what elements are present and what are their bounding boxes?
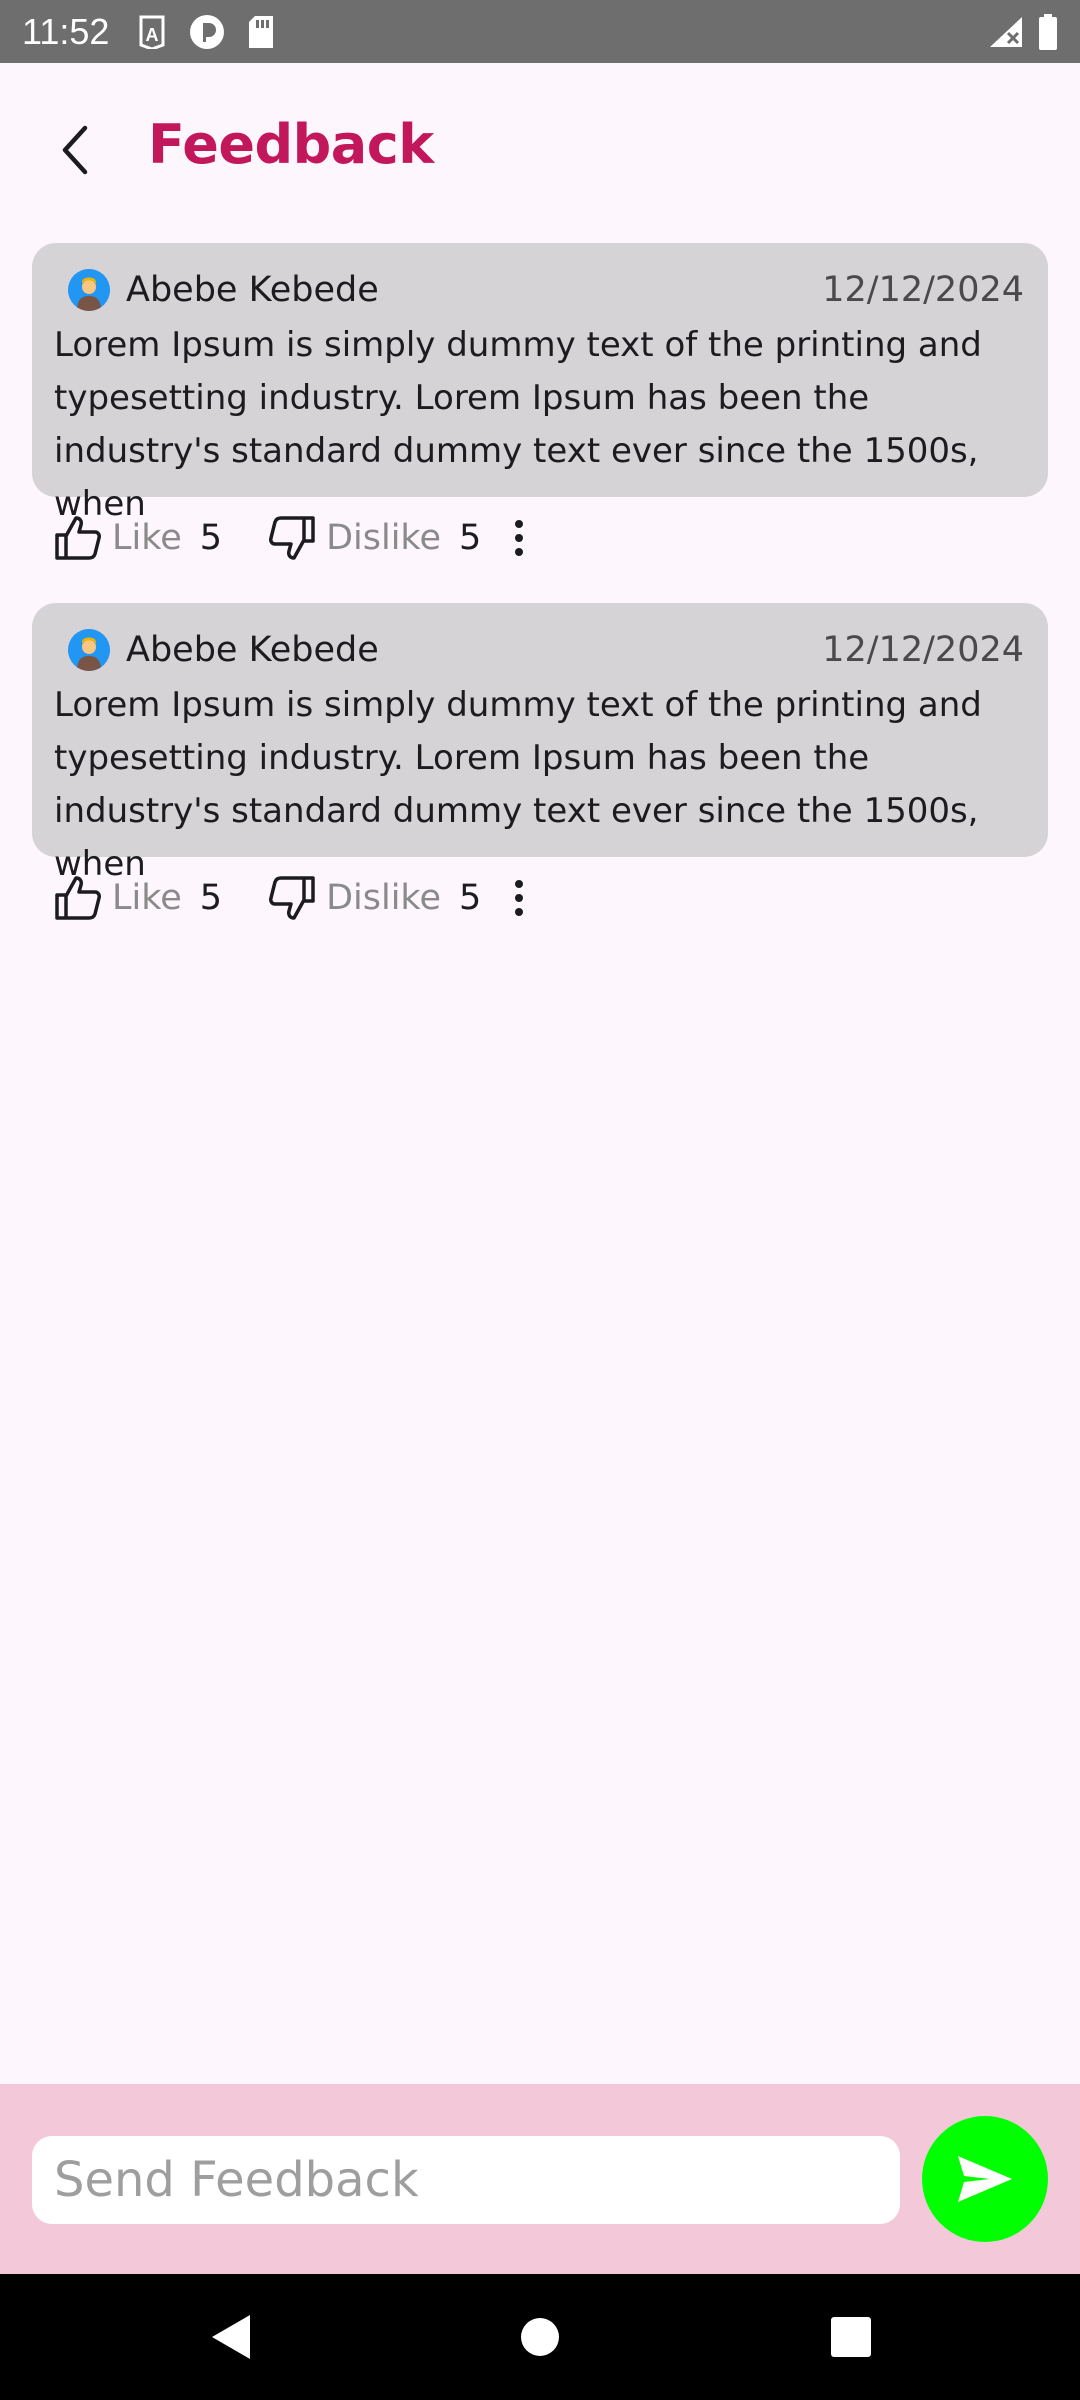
page-title: Feedback: [148, 113, 434, 176]
svg-text:A: A: [146, 25, 159, 45]
more-vert-icon-dot: [515, 880, 524, 888]
thumbs-up-icon: [55, 516, 101, 560]
more-vert-icon-dot: [515, 908, 524, 916]
feedback-list: Abebe Kebede 12/12/2024 Lorem Ipsum is s…: [0, 243, 1080, 963]
dislike-count: 5: [458, 518, 482, 558]
like-button[interactable]: Like 5: [54, 515, 222, 561]
author-name: Abebe Kebede: [126, 630, 379, 670]
status-bar: 11:52 A: [0, 0, 1080, 63]
dislike-label: Dislike: [326, 518, 441, 558]
feedback-actions: Like 5 Dislike 5: [54, 507, 531, 569]
text-input-icon: A: [139, 15, 165, 49]
like-label: Like: [112, 518, 182, 558]
dislike-button[interactable]: Dislike 5: [268, 515, 481, 561]
more-vert-icon-dot: [515, 534, 524, 542]
status-icons-left: A: [137, 14, 275, 50]
author-name: Abebe Kebede: [126, 270, 379, 310]
nav-back-icon: [212, 2315, 250, 2359]
compose-bar: [0, 2084, 1080, 2274]
more-vert-icon-dot: [515, 894, 524, 902]
send-button[interactable]: [922, 2116, 1048, 2242]
user-avatar-icon: [68, 629, 110, 671]
navigation-bar: [0, 2274, 1080, 2400]
nav-recents-icon: [831, 2317, 871, 2357]
feedback-item: Abebe Kebede 12/12/2024 Lorem Ipsum is s…: [0, 603, 1080, 963]
like-label: Like: [112, 878, 182, 918]
post-date: 12/12/2024: [822, 270, 1024, 310]
like-count: 5: [199, 518, 223, 558]
dislike-button[interactable]: Dislike 5: [268, 875, 481, 921]
sd-card-icon: [249, 15, 274, 48]
thumbs-down-icon: [269, 516, 315, 560]
status-time: 11:52: [22, 10, 110, 52]
nav-home-icon: [521, 2318, 559, 2356]
post-date: 12/12/2024: [822, 630, 1024, 670]
avatar: [68, 269, 110, 311]
user-avatar-icon: [68, 269, 110, 311]
feedback-item: Abebe Kebede 12/12/2024 Lorem Ipsum is s…: [0, 243, 1080, 603]
status-icons-right: [988, 13, 1058, 50]
more-options-button[interactable]: [507, 513, 531, 563]
feedback-text: Lorem Ipsum is simply dummy text of the …: [54, 685, 982, 884]
card-header: Abebe Kebede 12/12/2024: [54, 625, 1024, 675]
more-vert-icon-dot: [515, 520, 524, 528]
thumbs-down-icon: [269, 876, 315, 920]
feedback-text: Lorem Ipsum is simply dummy text of the …: [54, 325, 982, 524]
like-count: 5: [199, 878, 223, 918]
thumbs-up-icon: [55, 876, 101, 920]
feedback-card[interactable]: Abebe Kebede 12/12/2024 Lorem Ipsum is s…: [32, 603, 1048, 884]
feedback-actions: Like 5 Dislike 5: [54, 867, 531, 929]
signal-off-icon: [990, 16, 1022, 47]
more-vert-icon-dot: [515, 548, 524, 556]
back-button[interactable]: [40, 115, 110, 185]
like-button[interactable]: Like 5: [54, 875, 222, 921]
nav-home-button[interactable]: [505, 2302, 575, 2372]
nav-recents-button[interactable]: [816, 2302, 886, 2372]
send-feedback-input[interactable]: [32, 2136, 900, 2224]
dislike-count: 5: [458, 878, 482, 918]
app-notification-icon: [190, 14, 225, 49]
screen: 11:52 A Feedback Abebe Kebede 12/12/2024…: [0, 0, 1080, 2400]
app-bar: Feedback: [0, 63, 1080, 233]
feedback-card[interactable]: Abebe Kebede 12/12/2024 Lorem Ipsum is s…: [32, 243, 1048, 524]
chevron-left-icon: [62, 125, 88, 175]
more-options-button[interactable]: [507, 873, 531, 923]
send-icon: [958, 2156, 1012, 2202]
avatar: [68, 629, 110, 671]
battery-icon: [1039, 13, 1057, 50]
nav-back-button[interactable]: [196, 2302, 266, 2372]
card-header: Abebe Kebede 12/12/2024: [54, 265, 1024, 315]
dislike-label: Dislike: [326, 878, 441, 918]
